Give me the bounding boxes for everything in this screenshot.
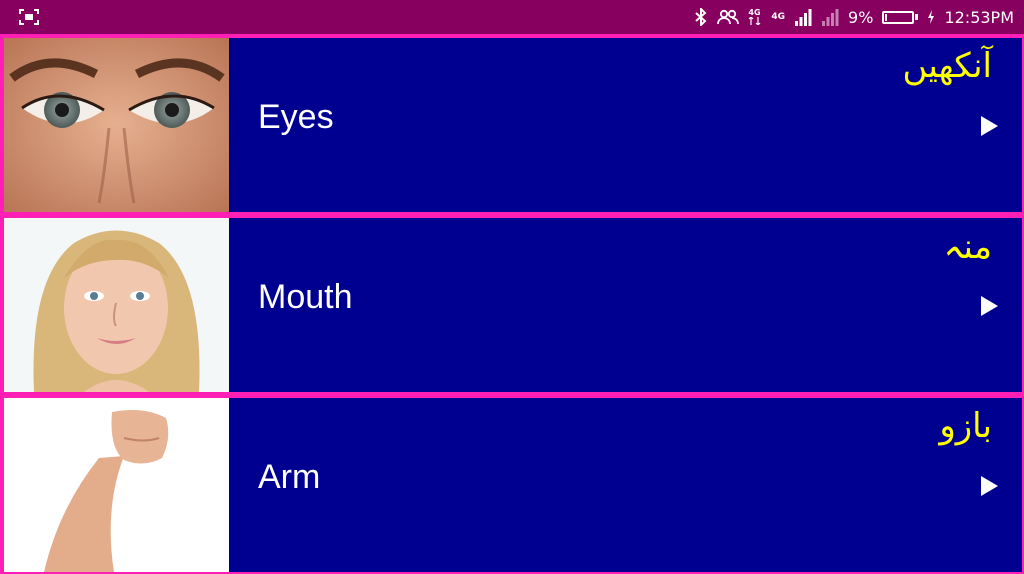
status-bar: 4G 4G 9% 12:53PM bbox=[0, 0, 1024, 34]
screenshot-icon bbox=[18, 8, 40, 26]
face-image bbox=[4, 218, 229, 392]
battery-percent: 9% bbox=[848, 7, 874, 27]
eyes-image bbox=[4, 38, 229, 212]
list-item-mouth[interactable]: Mouth منہ bbox=[2, 216, 1024, 394]
battery-fill bbox=[885, 13, 888, 21]
bluetooth-icon bbox=[694, 8, 708, 26]
play-arrow-icon[interactable] bbox=[981, 296, 998, 316]
item-urdu-translation: منہ bbox=[943, 227, 992, 267]
item-urdu-translation: بازو bbox=[939, 406, 992, 446]
network-type-2: 4G bbox=[771, 11, 786, 22]
list-item-arm[interactable]: Arm بازو bbox=[2, 396, 1024, 574]
clock: 12:53PM bbox=[944, 7, 1014, 27]
item-title: Eyes bbox=[258, 98, 334, 136]
play-arrow-icon[interactable] bbox=[981, 476, 998, 496]
battery-icon bbox=[882, 10, 919, 24]
item-title: Arm bbox=[258, 458, 321, 496]
item-title: Mouth bbox=[258, 278, 353, 316]
arm-image bbox=[4, 398, 229, 572]
data-arrows-icon bbox=[748, 17, 762, 25]
signal-icon-2 bbox=[821, 8, 839, 26]
signal-icon-1 bbox=[794, 8, 812, 26]
charging-icon bbox=[927, 10, 935, 24]
network-type-1: 4G bbox=[748, 9, 762, 25]
item-urdu-translation: آنکھیں bbox=[902, 46, 993, 86]
list-item-eyes[interactable]: Eyes آنکھیں bbox=[2, 36, 1024, 214]
contacts-icon bbox=[717, 9, 740, 25]
play-arrow-icon[interactable] bbox=[981, 116, 998, 136]
